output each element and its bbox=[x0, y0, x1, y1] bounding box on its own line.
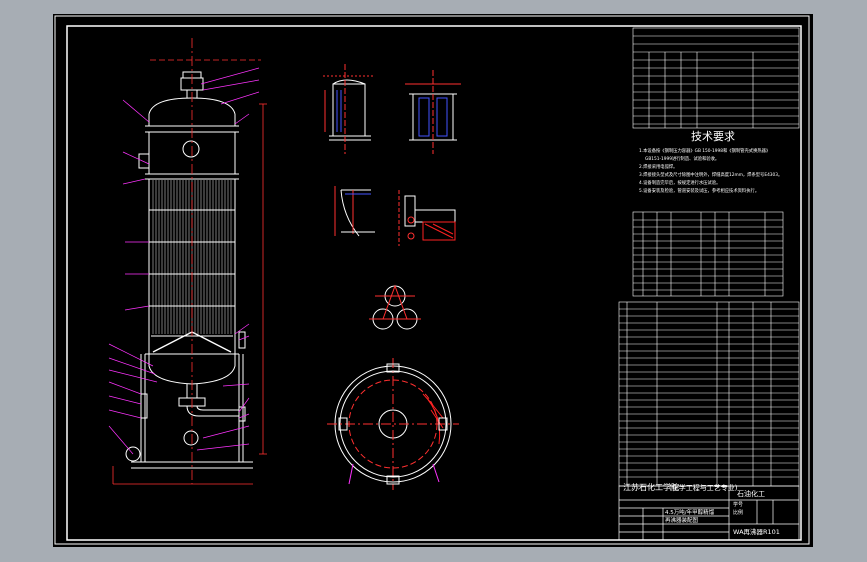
leader-line bbox=[238, 413, 250, 419]
leader-line bbox=[238, 397, 250, 413]
drawing-viewport[interactable]: 技术要求 1.本设备按《钢制压力容器》GB 150-1998和《钢制管壳式换热器… bbox=[53, 14, 813, 547]
tech-note-1: 1.本设备按《钢制压力容器》GB 150-1998和《钢制管壳式换热器》 bbox=[639, 147, 770, 154]
leader-line bbox=[108, 409, 142, 419]
leader-line bbox=[108, 369, 158, 383]
leader-line bbox=[108, 381, 142, 395]
tech-note-6: 5.设备安装及检验，管道安装及试压，参考相应技术资料执行。 bbox=[639, 187, 759, 194]
detail-view-mid-left bbox=[334, 186, 375, 237]
leader-line bbox=[108, 425, 134, 455]
title-design-name: 4.5万吨/年甲醇精馏 bbox=[665, 508, 715, 516]
leader-line bbox=[108, 343, 154, 367]
leader-line bbox=[122, 178, 146, 185]
tech-note-5: 4.设备制造完毕后，按规定进行水压试验。 bbox=[639, 179, 720, 186]
main-vessel-view bbox=[125, 71, 253, 469]
detail-view-top-right bbox=[405, 70, 461, 154]
leader-line bbox=[202, 79, 260, 91]
title-drawing-name: 再沸器装配图 bbox=[665, 516, 699, 524]
tech-note-3: 2.焊接采用电弧焊。 bbox=[639, 163, 677, 170]
title-company: 石油化工 bbox=[737, 489, 765, 498]
leader-line bbox=[202, 425, 250, 439]
leader-line bbox=[108, 395, 142, 405]
leader-line bbox=[122, 99, 150, 123]
design-data-table bbox=[632, 27, 800, 129]
tech-note-2: GB151-1999进行制造、试验和验收。 bbox=[645, 155, 719, 162]
detail-view-top-left bbox=[323, 64, 375, 154]
leader-line bbox=[196, 443, 250, 451]
leader-line bbox=[234, 113, 250, 125]
title-unit-label: 学号 bbox=[733, 501, 743, 508]
parts-list-table bbox=[618, 301, 800, 487]
leader-line bbox=[222, 383, 250, 387]
tech-note-4: 3.焊接接头型式及尺寸除图中注明外，焊缝高度12mm，焊条型号E4303。 bbox=[639, 171, 782, 178]
tech-notes: 1.本设备按《钢制压力容器》GB 150-1998和《钢制管壳式换热器》 GB1… bbox=[639, 147, 782, 194]
nozzle-table bbox=[632, 211, 784, 297]
detail-view-mid-right bbox=[398, 190, 456, 246]
title-department: (化学工程与工艺专业) bbox=[669, 483, 738, 492]
leader-line bbox=[220, 91, 260, 105]
leader-line bbox=[124, 305, 150, 311]
tube-layout-detail bbox=[369, 284, 421, 330]
title-scale-label: 比例 bbox=[733, 509, 743, 516]
cad-drawing: 技术要求 1.本设备按《钢制压力容器》GB 150-1998和《钢制管壳式换热器… bbox=[54, 15, 810, 545]
tech-requirements-title: 技术要求 bbox=[691, 130, 735, 143]
title-number: WA再沸器R101 bbox=[733, 527, 780, 536]
section-view-circle bbox=[327, 358, 459, 490]
leader-line bbox=[238, 335, 250, 341]
